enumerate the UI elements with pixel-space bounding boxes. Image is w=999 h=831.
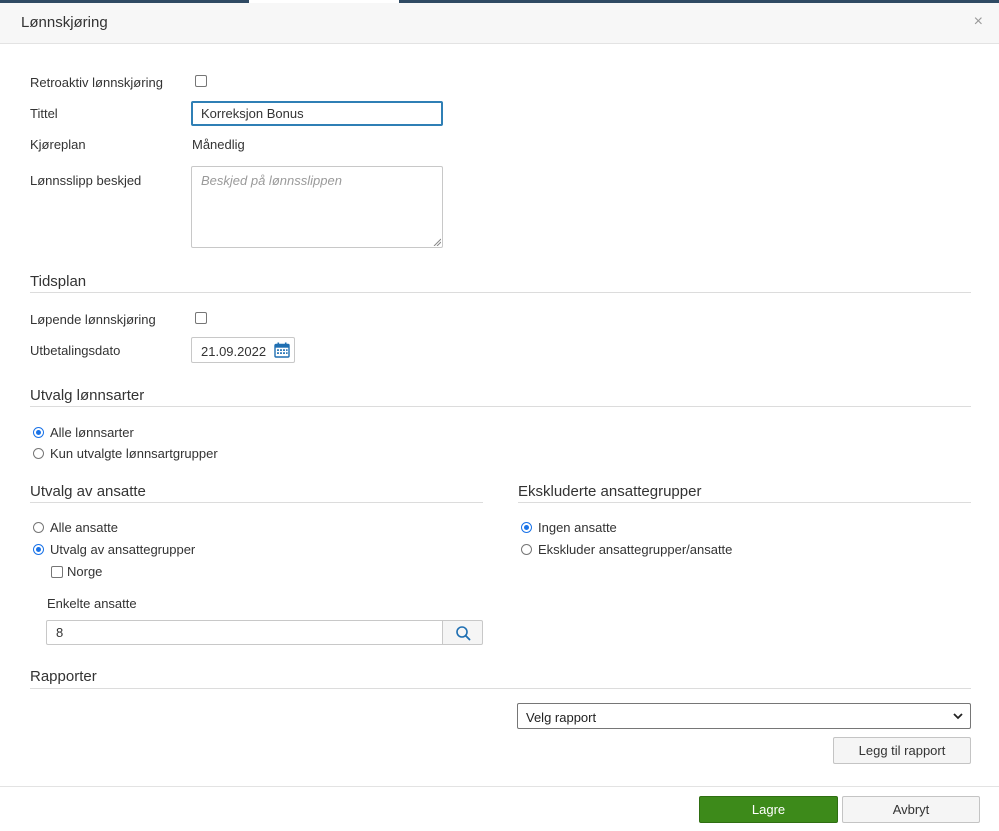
section-divider	[518, 502, 971, 503]
calendar-icon[interactable]	[274, 342, 290, 358]
section-title-reports: Rapporter	[30, 668, 97, 685]
payslip-message-textarea[interactable]	[191, 166, 443, 248]
group-checkbox-norge[interactable]	[51, 566, 63, 578]
radio-label: Alle ansatte	[50, 520, 118, 535]
radio-all-employees[interactable]	[33, 522, 44, 533]
search-icon	[456, 626, 471, 641]
report-select[interactable]: Velg rapport	[517, 703, 971, 729]
retroactive-label: Retroaktiv lønnskjøring	[30, 75, 163, 90]
payslip-message-label: Lønnsslipp beskjed	[30, 173, 142, 188]
save-button[interactable]: Lagre	[699, 796, 838, 823]
running-payroll-checkbox[interactable]	[195, 312, 207, 324]
radio-no-employees[interactable]	[521, 522, 532, 533]
section-title-employees: Utvalg av ansatte	[30, 483, 146, 500]
payment-date-value: 21.09.2022	[201, 344, 267, 359]
resize-grip-icon[interactable]	[433, 238, 441, 246]
add-report-button[interactable]: Legg til rapport	[833, 737, 971, 764]
section-title-timeplan: Tidsplan	[30, 273, 87, 290]
section-title-wage-types: Utvalg lønnsarter	[30, 387, 145, 404]
title-label: Tittel	[30, 106, 58, 121]
radio-label: Utvalg av ansattegrupper	[50, 542, 196, 557]
radio-label: Kun utvalgte lønnsartgrupper	[50, 446, 218, 461]
section-divider	[30, 502, 483, 503]
radio-exclude-groups[interactable]	[521, 544, 532, 555]
dialog-title: Lønnskjøring	[21, 14, 108, 31]
individual-employees-label: Enkelte ansatte	[47, 596, 137, 611]
section-divider	[30, 406, 971, 407]
cancel-button[interactable]: Avbryt	[842, 796, 980, 823]
section-divider	[30, 688, 971, 689]
individual-employees-input[interactable]	[46, 620, 443, 645]
report-select-value: Velg rapport	[526, 710, 597, 725]
search-employees-button[interactable]	[442, 620, 483, 645]
radio-label: Ekskluder ansattegrupper/ansatte	[538, 542, 733, 557]
section-title-excluded-groups: Ekskluderte ansattegrupper	[518, 483, 702, 500]
schedule-value: Månedlig	[192, 137, 245, 152]
radio-label: Alle lønnsarter	[50, 425, 134, 440]
dialog-header: Lønnskjøring ×	[0, 3, 999, 44]
section-divider	[30, 292, 971, 293]
title-input[interactable]	[191, 101, 443, 126]
payment-date-field[interactable]: 21.09.2022	[191, 337, 295, 363]
radio-selected-wage-type-groups[interactable]	[33, 448, 44, 459]
chevron-down-icon	[953, 713, 963, 720]
retroactive-checkbox[interactable]	[195, 75, 207, 87]
close-icon[interactable]: ×	[974, 14, 983, 30]
footer-divider	[0, 786, 999, 787]
schedule-label: Kjøreplan	[30, 137, 86, 152]
radio-label: Ingen ansatte	[538, 520, 617, 535]
group-label: Norge	[67, 564, 103, 579]
radio-all-wage-types[interactable]	[33, 427, 44, 438]
payment-date-label: Utbetalingsdato	[30, 343, 121, 358]
radio-employee-groups[interactable]	[33, 544, 44, 555]
running-payroll-label: Løpende lønnskjøring	[30, 312, 156, 327]
